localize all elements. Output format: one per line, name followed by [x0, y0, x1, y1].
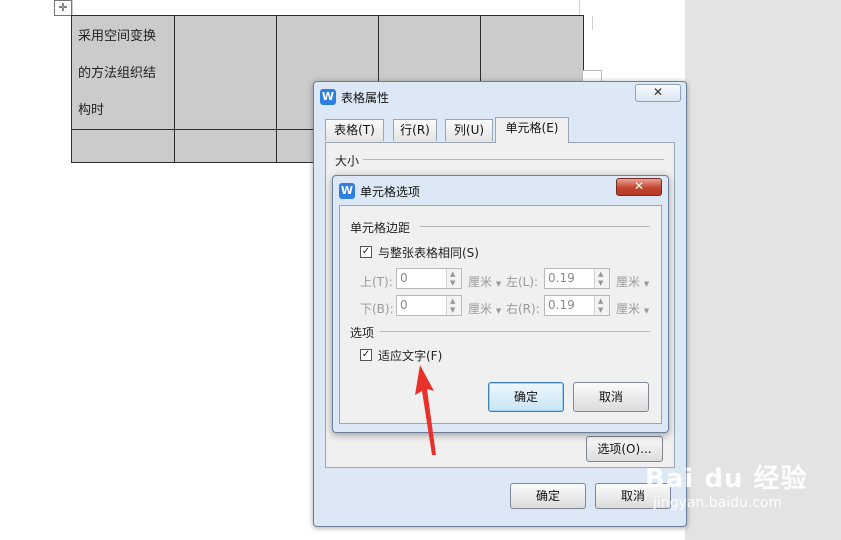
cell-text-line: 构时: [78, 103, 105, 118]
chevron-down-icon: ▼: [495, 307, 502, 315]
unit-dropdown[interactable]: 厘米 ▼: [468, 300, 501, 317]
ok-button[interactable]: 确定: [488, 382, 564, 412]
dialog-title-bar[interactable]: W 表格属性 ✕: [314, 82, 686, 110]
tab-cell[interactable]: 单元格(E): [495, 117, 569, 143]
unit-label: 厘米: [468, 275, 493, 289]
table-cell[interactable]: [174, 15, 277, 130]
section-divider: [420, 226, 650, 227]
left-margin-label: 左(L):: [506, 275, 539, 289]
table-cell[interactable]: [71, 129, 175, 163]
dialog-title: 表格属性: [341, 91, 390, 105]
unit-dropdown[interactable]: 厘米 ▼: [616, 273, 649, 290]
same-as-table-label: 与整张表格相同(S): [378, 246, 479, 260]
unit-dropdown[interactable]: 厘米 ▼: [616, 300, 649, 317]
top-margin-input[interactable]: 0 ▲ ▼: [396, 268, 462, 289]
arrow-shape: [415, 365, 436, 455]
watermark-url: jingyan.baidu.com: [653, 495, 783, 511]
cell-text: 采用空间变换 的方法组织结 构时: [78, 18, 178, 129]
chevron-down-icon: ▼: [643, 307, 650, 315]
dialog-title-bar[interactable]: W 单元格选项 ✕: [333, 176, 668, 204]
ok-button[interactable]: 确定: [510, 483, 586, 509]
options-panel: 单元格边距 ✓ 与整张表格相同(S) 上(T): 0 ▲ ▼ 厘米 ▼ 左(L):…: [339, 205, 662, 424]
section-divider: [380, 331, 650, 332]
spinner-arrows[interactable]: ▲ ▼: [446, 296, 461, 315]
top-margin-value: 0: [400, 271, 408, 285]
close-button[interactable]: ✕: [635, 84, 681, 102]
bottom-margin-input[interactable]: 0 ▲ ▼: [396, 295, 462, 316]
fit-text-checkbox[interactable]: ✓: [360, 349, 372, 361]
unit-dropdown[interactable]: 厘米 ▼: [468, 273, 501, 290]
tab-row[interactable]: 行(R): [393, 119, 437, 141]
table-move-handle-icon[interactable]: ✛: [54, 0, 72, 16]
size-section-label: 大小: [335, 154, 360, 168]
tab-table[interactable]: 表格(T): [325, 119, 384, 141]
cell-text-line: 采用空间变换: [78, 29, 157, 44]
margins-section-label: 单元格边距: [350, 221, 411, 235]
table-cell[interactable]: [174, 129, 277, 163]
options-section-label: 选项: [350, 326, 375, 340]
chevron-down-icon: ▼: [643, 280, 650, 288]
right-margin-input[interactable]: 0.19 ▲ ▼: [544, 295, 610, 316]
bottom-margin-label: 下(B):: [360, 302, 394, 316]
watermark-brand: Bai du 经验: [645, 464, 808, 494]
wps-app-icon: W: [320, 89, 336, 105]
close-button[interactable]: ✕: [616, 178, 662, 196]
tab-column[interactable]: 列(U): [445, 119, 493, 141]
ruler-tick: [592, 16, 593, 30]
unit-label: 厘米: [616, 275, 641, 289]
annotation-arrow: [415, 365, 436, 455]
spinner-arrows[interactable]: ▲ ▼: [446, 269, 461, 288]
cell-text-line: 的方法组织结: [78, 66, 157, 81]
page-top-edge: [72, 0, 580, 16]
spinner-arrows[interactable]: ▲ ▼: [594, 269, 609, 288]
wps-app-icon: W: [339, 183, 355, 199]
left-margin-input[interactable]: 0.19 ▲ ▼: [544, 268, 610, 289]
left-margin-value: 0.19: [548, 271, 575, 285]
bottom-margin-value: 0: [400, 298, 408, 312]
right-margin-label: 右(R):: [506, 302, 540, 316]
section-divider: [363, 159, 664, 160]
right-margin-value: 0.19: [548, 298, 575, 312]
unit-label: 厘米: [468, 302, 493, 316]
watermark: Bai du 经验 jingyan.baidu.com: [645, 458, 825, 518]
same-as-table-checkbox[interactable]: ✓: [360, 246, 372, 258]
spinner-arrows[interactable]: ▲ ▼: [594, 296, 609, 315]
top-margin-label: 上(T):: [360, 275, 393, 289]
cell-options-dialog: W 单元格选项 ✕ 单元格边距 ✓ 与整张表格相同(S) 上(T): 0 ▲ ▼ …: [332, 175, 669, 433]
unit-label: 厘米: [616, 302, 641, 316]
cancel-button[interactable]: 取消: [573, 382, 649, 412]
chevron-down-icon: ▼: [495, 280, 502, 288]
dialog-title: 单元格选项: [360, 185, 421, 199]
